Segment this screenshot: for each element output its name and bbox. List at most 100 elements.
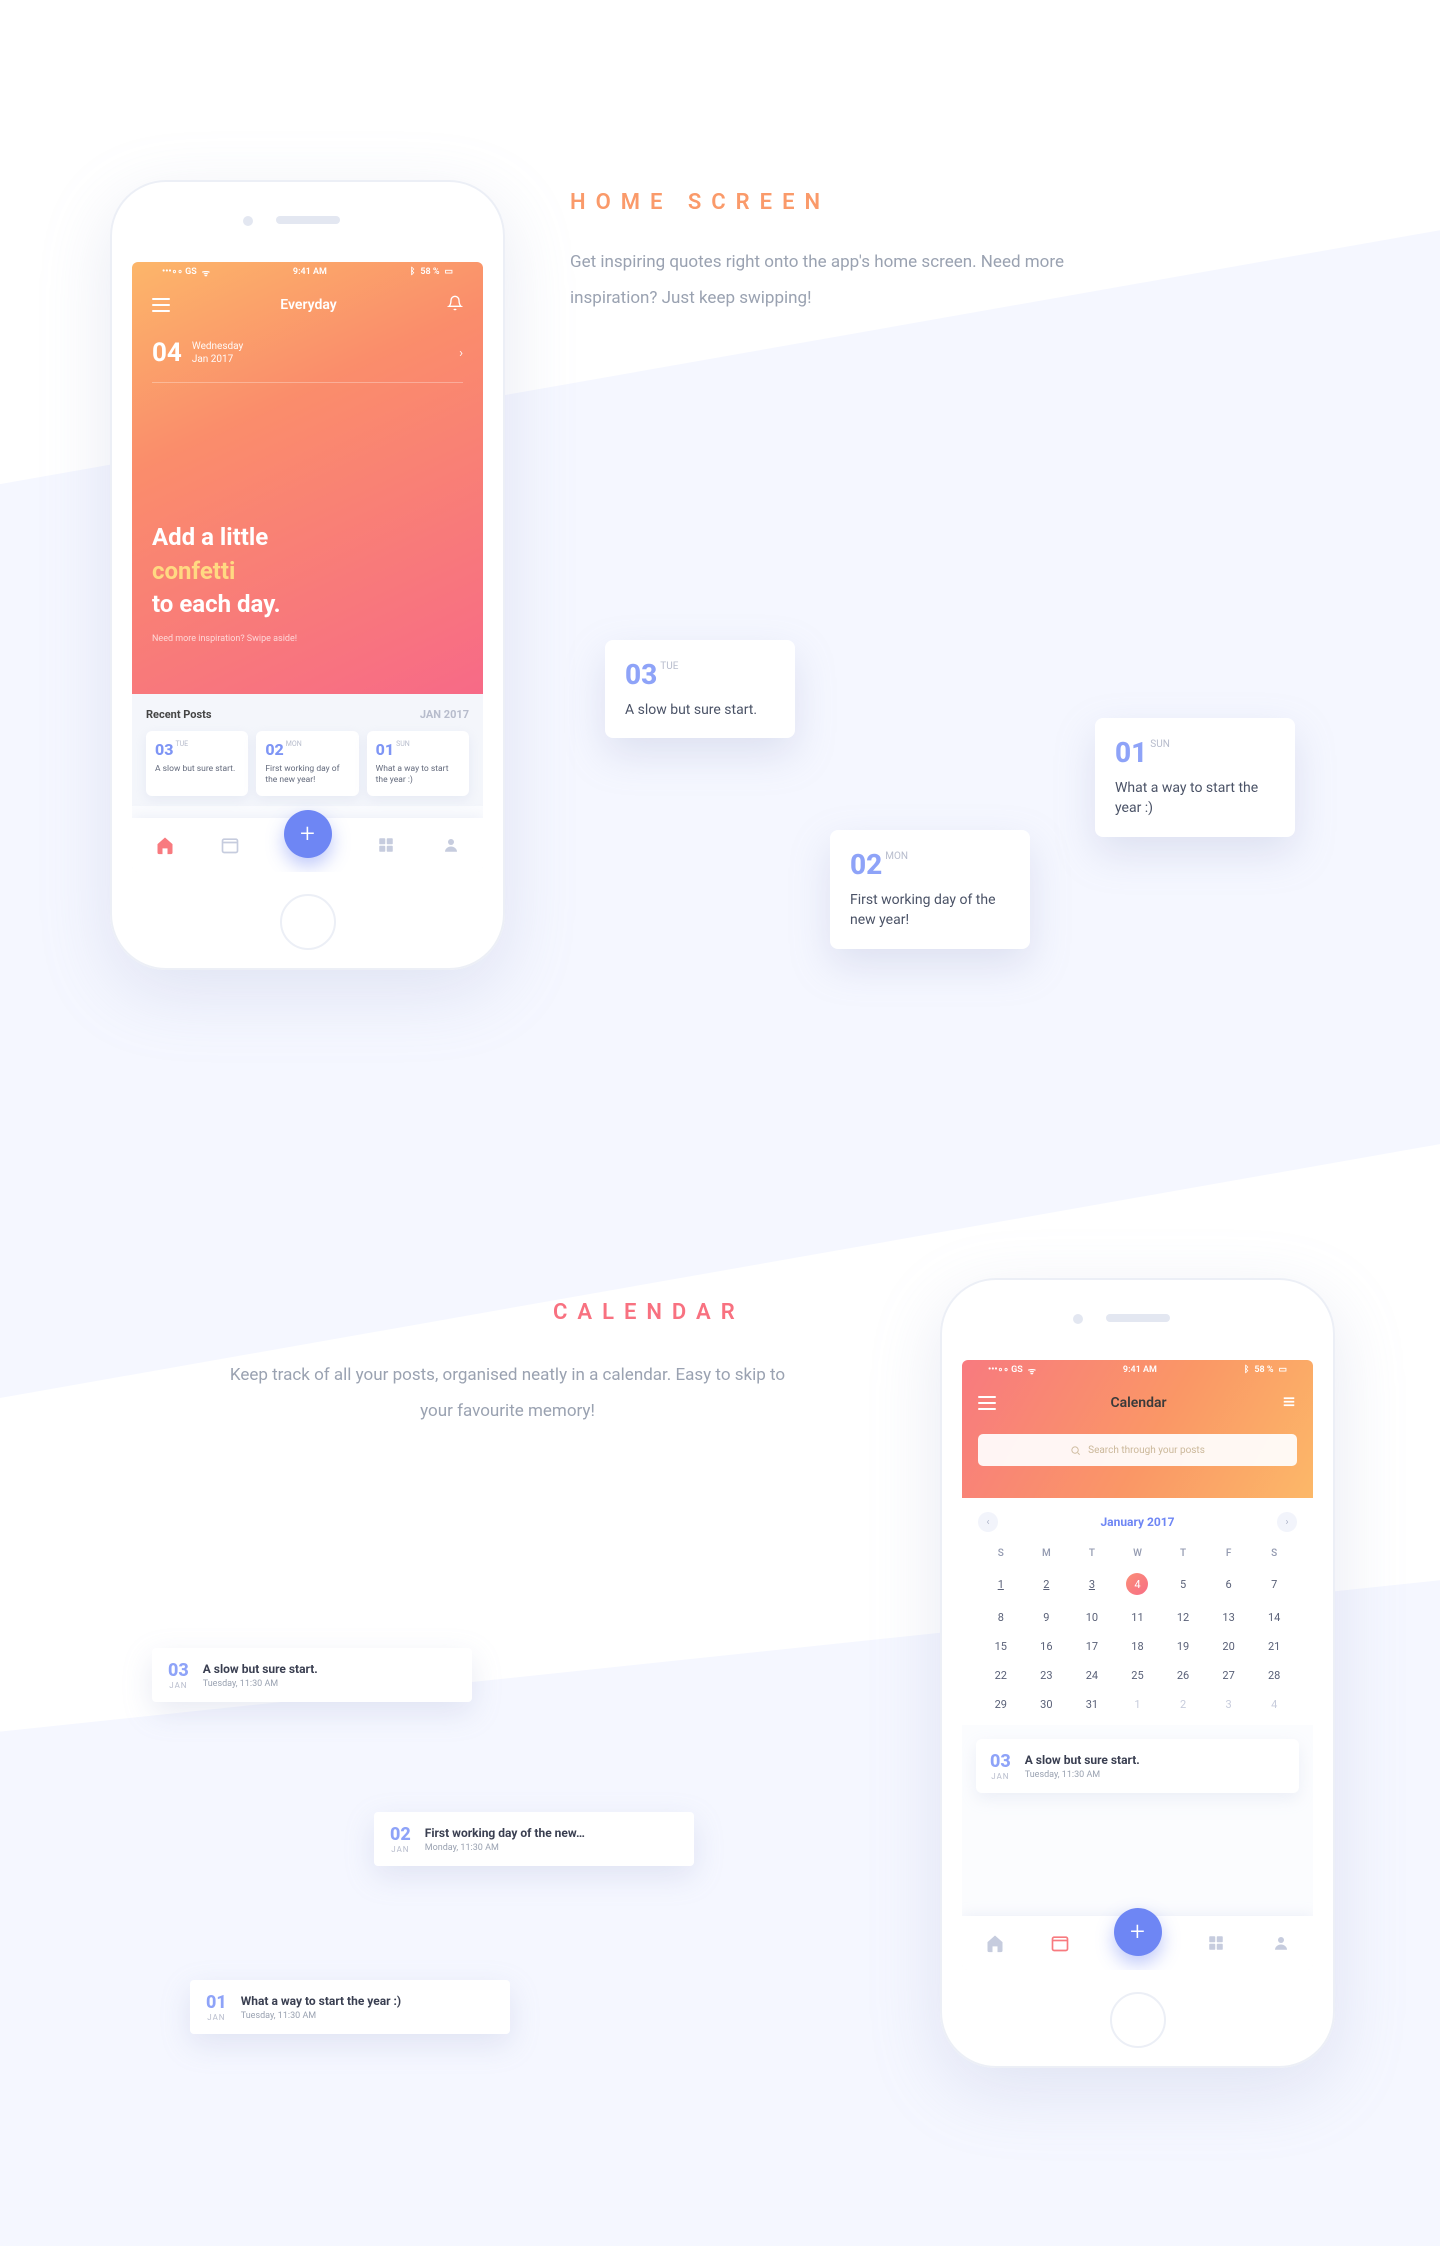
prev-month-button[interactable]: ‹: [978, 1512, 998, 1532]
nav-calendar-icon[interactable]: [219, 834, 241, 856]
quote-line-2: confetti: [152, 555, 463, 589]
calendar-day-cell[interactable]: 2: [1024, 1565, 1070, 1603]
calendar-dow: W: [1115, 1542, 1161, 1565]
card-day: 03: [155, 740, 173, 759]
list-sub: Monday, 11:30 AM: [425, 1843, 585, 1853]
float-card-01[interactable]: 01SUN What a way to start the year :): [1095, 718, 1295, 837]
calendar-day-cell[interactable]: 29: [978, 1690, 1024, 1719]
list-title: First working day of the new…: [425, 1826, 585, 1840]
calendar-day-cell[interactable]: 1: [1115, 1690, 1161, 1719]
calendar-day-cell[interactable]: 3: [1069, 1565, 1115, 1603]
list-card-03[interactable]: 03JAN A slow but sure start.Tuesday, 11:…: [152, 1648, 472, 1702]
nav-grid-icon[interactable]: [375, 834, 397, 856]
recent-card[interactable]: 01SUN What a way to start the year :): [367, 731, 469, 796]
calendar-day-cell[interactable]: 2: [1160, 1690, 1206, 1719]
phone-home-button: [1110, 1992, 1166, 2048]
weekday-label: Wednesday: [192, 340, 243, 353]
float-dow: MON: [885, 851, 908, 862]
nav-profile-icon[interactable]: [440, 834, 462, 856]
calendar-day-cell[interactable]: 22: [978, 1661, 1024, 1690]
post-sub: Tuesday, 11:30 AM: [1025, 1770, 1140, 1780]
calendar-day-cell[interactable]: 8: [978, 1603, 1024, 1632]
menu-icon[interactable]: [152, 298, 170, 312]
search-input[interactable]: Search through your posts: [978, 1434, 1297, 1466]
calendar-day-cell[interactable]: 20: [1206, 1632, 1252, 1661]
quote-line-1: Add a little: [152, 521, 463, 555]
calendar-day-cell[interactable]: 19: [1160, 1632, 1206, 1661]
date-row[interactable]: 04 Wednesday Jan 2017 ›: [152, 328, 463, 383]
wifi-icon: ᯤ: [202, 266, 210, 279]
calendar-day-cell[interactable]: 23: [1024, 1661, 1070, 1690]
float-card-03[interactable]: 03TUE A slow but sure start.: [605, 640, 795, 738]
bottom-nav: +: [132, 818, 483, 872]
list-card-01[interactable]: 01JAN What a way to start the year :)Tue…: [190, 1980, 510, 2034]
quote-block[interactable]: Add a little confetti to each day. Need …: [152, 521, 463, 644]
calendar-day-cell[interactable]: 7: [1251, 1565, 1297, 1603]
nav-grid-icon[interactable]: [1205, 1932, 1227, 1954]
calendar-day-cell[interactable]: 10: [1069, 1603, 1115, 1632]
nav-calendar-icon[interactable]: [1049, 1932, 1071, 1954]
calendar-day-cell[interactable]: 13: [1206, 1603, 1252, 1632]
float-card-02[interactable]: 02MON First working day of the new year!: [830, 830, 1030, 949]
calendar-day-cell[interactable]: 26: [1160, 1661, 1206, 1690]
list-day: 01: [206, 1992, 227, 2013]
status-time: 9:41 AM: [1123, 1365, 1157, 1375]
recent-card[interactable]: 02MON First working day of the new year!: [256, 731, 358, 796]
calendar-day-cell[interactable]: 17: [1069, 1632, 1115, 1661]
calendar-day-cell[interactable]: 6: [1206, 1565, 1252, 1603]
post-title: A slow but sure start.: [1025, 1753, 1140, 1767]
calendar-day-cell[interactable]: 15: [978, 1632, 1024, 1661]
nav-profile-icon[interactable]: [1270, 1932, 1292, 1954]
calendar-day-cell[interactable]: 27: [1206, 1661, 1252, 1690]
status-bar: •••∘∘ GSᯤ 9:41 AM ᛒ58 %▭: [152, 262, 463, 282]
bluetooth-icon: ᛒ: [410, 267, 415, 277]
calendar-day-cell[interactable]: 12: [1160, 1603, 1206, 1632]
calendar-day-cell[interactable]: 28: [1251, 1661, 1297, 1690]
calendar-day-cell[interactable]: 4: [1115, 1565, 1161, 1603]
calendar-month-label: January 2017: [1100, 1515, 1174, 1529]
status-bar: •••∘∘ GSᯤ 9:41 AM ᛒ58 %▭: [978, 1360, 1297, 1380]
calendar-day-cell[interactable]: 11: [1115, 1603, 1161, 1632]
search-placeholder: Search through your posts: [1088, 1445, 1205, 1456]
recent-card[interactable]: 03TUE A slow but sure start.: [146, 731, 248, 796]
calendar-day-cell[interactable]: 1: [978, 1565, 1024, 1603]
card-dow: SUN: [396, 740, 410, 748]
bell-icon[interactable]: [447, 295, 463, 315]
view-toggle-icon[interactable]: [1281, 1394, 1297, 1413]
calendar-dow: T: [1160, 1542, 1206, 1565]
calendar-day-cell[interactable]: 18: [1115, 1632, 1161, 1661]
calendar-day-cell[interactable]: 4: [1251, 1690, 1297, 1719]
nav-home-icon[interactable]: [984, 1932, 1006, 1954]
calendar-day-cell[interactable]: 3: [1206, 1690, 1252, 1719]
calendar-day-cell[interactable]: 25: [1115, 1661, 1161, 1690]
card-day: 02: [265, 740, 283, 759]
calendar-day-cell[interactable]: 16: [1024, 1632, 1070, 1661]
card-text: What a way to start the year :): [376, 764, 460, 787]
menu-icon[interactable]: [978, 1396, 996, 1410]
list-sub: Tuesday, 11:30 AM: [203, 1679, 318, 1689]
list-card-02[interactable]: 02JAN First working day of the new…Monda…: [374, 1812, 694, 1866]
calendar-day-cell[interactable]: 21: [1251, 1632, 1297, 1661]
chevron-right-icon[interactable]: ›: [459, 346, 463, 361]
calendar-selected-post[interactable]: 03JAN A slow but sure start.Tuesday, 11:…: [976, 1739, 1299, 1793]
float-text: What a way to start the year :): [1115, 778, 1275, 819]
float-day: 01: [1115, 736, 1147, 769]
next-month-button[interactable]: ›: [1277, 1512, 1297, 1532]
calendar-dow: S: [978, 1542, 1024, 1565]
status-time: 9:41 AM: [293, 267, 327, 277]
calendar-day-cell[interactable]: 14: [1251, 1603, 1297, 1632]
calendar-day-cell[interactable]: 31: [1069, 1690, 1115, 1719]
bluetooth-icon: ᛒ: [1244, 1365, 1249, 1375]
calendar-day-cell[interactable]: 30: [1024, 1690, 1070, 1719]
calendar-day-cell[interactable]: 24: [1069, 1661, 1115, 1690]
fab-add-button[interactable]: +: [284, 810, 332, 858]
calendar-day-cell[interactable]: 5: [1160, 1565, 1206, 1603]
calendar-day-cell[interactable]: 9: [1024, 1603, 1070, 1632]
float-text: A slow but sure start.: [625, 700, 775, 720]
battery-icon: ▭: [1278, 1365, 1287, 1375]
list-month: JAN: [206, 2013, 227, 2022]
nav-home-icon[interactable]: [154, 834, 176, 856]
calendar-title: Calendar: [1110, 1395, 1166, 1411]
day-number: 04: [152, 338, 182, 368]
fab-add-button[interactable]: +: [1114, 1908, 1162, 1956]
